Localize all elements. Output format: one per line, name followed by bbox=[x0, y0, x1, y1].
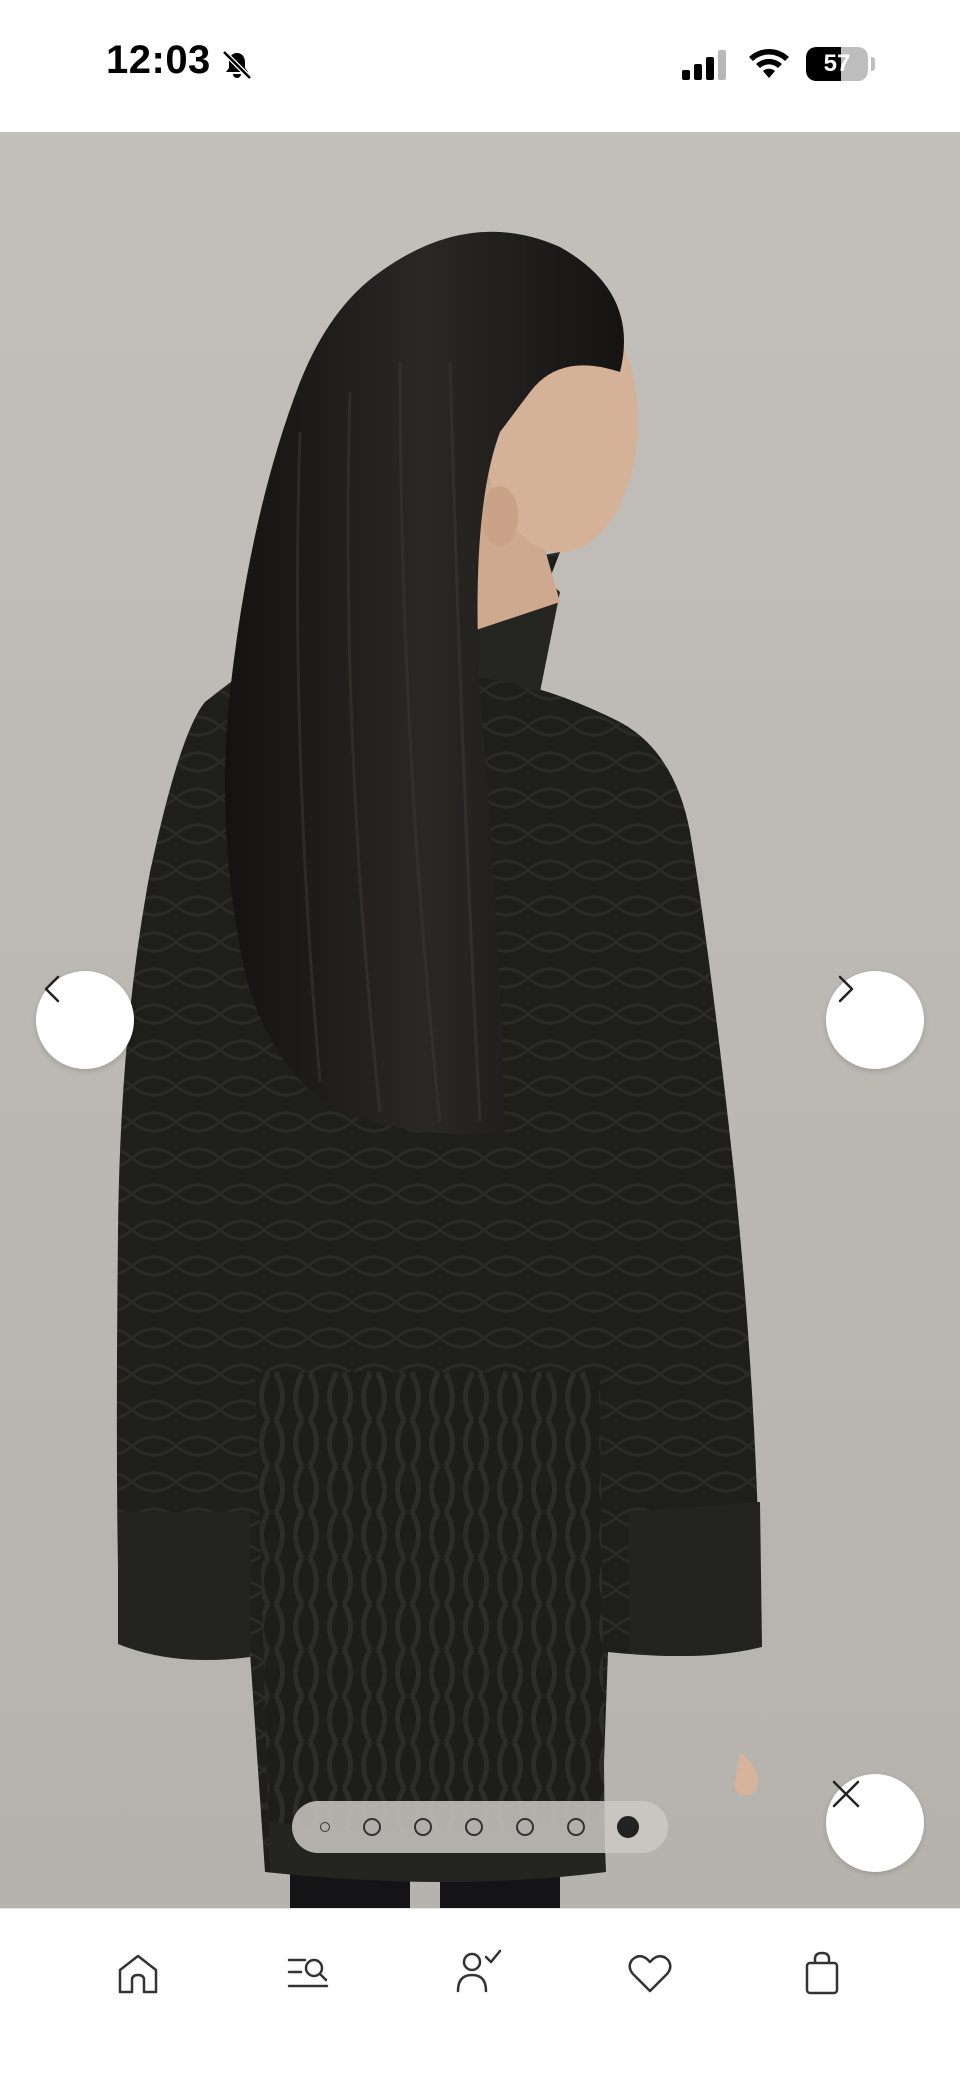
bell-muted-icon bbox=[222, 50, 252, 80]
pager-dot[interactable] bbox=[515, 1818, 534, 1836]
tab-search[interactable] bbox=[278, 1943, 338, 2003]
battery-indicator: 57 bbox=[806, 47, 868, 81]
status-bar: 12:03 57 bbox=[0, 0, 960, 132]
pager-dot[interactable] bbox=[566, 1818, 585, 1836]
status-time: 12:03 bbox=[106, 38, 211, 82]
tab-wishlist[interactable] bbox=[620, 1943, 680, 2003]
chevron-left-icon bbox=[44, 975, 60, 1003]
pager-dot-active[interactable] bbox=[617, 1816, 640, 1838]
battery-nub bbox=[871, 57, 875, 71]
pager-dot[interactable] bbox=[363, 1818, 382, 1836]
tab-home[interactable] bbox=[108, 1943, 168, 2003]
wifi-icon bbox=[749, 49, 789, 78]
tab-bag[interactable] bbox=[792, 1943, 852, 2003]
pager-dot[interactable] bbox=[414, 1818, 433, 1836]
chevron-right-icon bbox=[838, 975, 854, 1003]
pager-dot[interactable] bbox=[464, 1818, 483, 1836]
home-icon bbox=[118, 1954, 158, 1994]
account-icon bbox=[456, 1949, 502, 1993]
bottom-navigation bbox=[0, 1908, 960, 2082]
close-icon bbox=[832, 1780, 860, 1808]
heart-icon bbox=[628, 1955, 672, 1993]
product-photo bbox=[116, 231, 762, 1908]
product-image[interactable] bbox=[0, 132, 960, 1908]
pager-dot[interactable] bbox=[320, 1822, 331, 1832]
previous-image-button[interactable] bbox=[36, 971, 134, 1069]
image-pager bbox=[292, 1801, 668, 1853]
search-menu-icon bbox=[287, 1958, 329, 1988]
battery-level: 57 bbox=[823, 50, 851, 77]
tab-account[interactable] bbox=[448, 1943, 508, 2003]
shopping-bag-icon bbox=[805, 1951, 839, 1995]
next-image-button[interactable] bbox=[826, 971, 924, 1069]
cellular-signal-icon bbox=[682, 50, 726, 80]
close-gallery-button[interactable] bbox=[826, 1774, 924, 1872]
